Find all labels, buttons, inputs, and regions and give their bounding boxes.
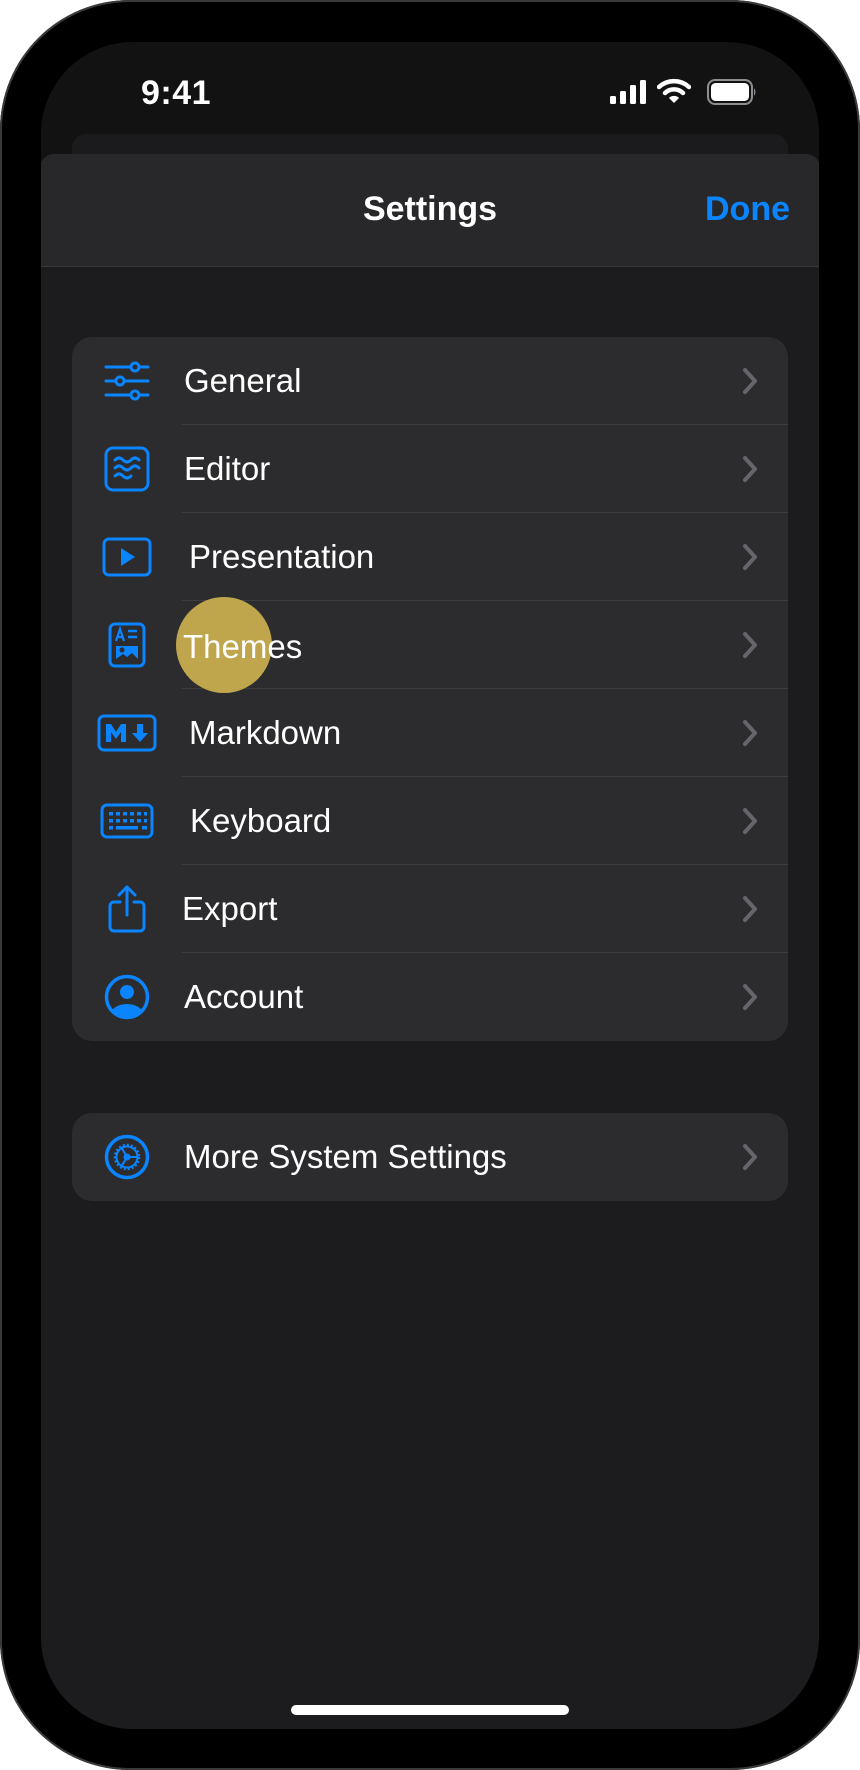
row-label: Markdown	[189, 714, 342, 751]
settings-row-more-system-settings[interactable]: More System Settings	[72, 1113, 788, 1201]
row-label: Keyboard	[190, 802, 332, 839]
system-settings-group: More System Settings	[72, 1113, 788, 1201]
gear-circle-icon	[102, 1132, 152, 1182]
row-label: Export	[182, 890, 278, 927]
settings-sheet: Settings Done General Editor Presentatio…	[41, 154, 819, 1729]
phone-frame: 9:41 Settings Done General Editor Presen…	[0, 0, 860, 1770]
doc-image-icon	[102, 620, 152, 670]
done-button[interactable]: Done	[705, 190, 790, 229]
row-label: More System Settings	[184, 1138, 507, 1175]
screen: 9:41 Settings Done General Editor Presen…	[41, 42, 819, 1729]
sliders-icon	[102, 356, 152, 406]
battery-icon	[707, 79, 756, 105]
cellular-signal-icon	[610, 80, 646, 104]
chevron-right-icon	[743, 984, 757, 1010]
status-time: 9:41	[141, 74, 212, 112]
settings-row-presentation[interactable]: Presentation	[72, 513, 788, 601]
tap-target-label: Themes	[183, 628, 303, 665]
chevron-right-icon	[743, 632, 757, 658]
play-rectangle-icon	[102, 532, 152, 582]
row-label: Presentation	[189, 538, 375, 575]
chevron-right-icon	[743, 368, 757, 394]
wifi-icon	[657, 78, 691, 103]
nav-bar: Settings Done	[41, 154, 819, 267]
settings-row-markdown[interactable]: Markdown	[72, 689, 788, 777]
settings-row-editor[interactable]: Editor	[72, 425, 788, 513]
settings-group: General Editor Presentation Markdown Key…	[72, 337, 788, 1041]
chevron-right-icon	[743, 808, 757, 834]
chevron-right-icon	[743, 544, 757, 570]
home-indicator[interactable]	[291, 1705, 569, 1715]
row-label: General	[184, 362, 302, 399]
chevron-right-icon	[743, 720, 757, 746]
status-bar: 9:41	[41, 42, 819, 142]
chevron-right-icon	[743, 1144, 757, 1170]
chevron-right-icon	[743, 456, 757, 482]
page-title: Settings	[362, 190, 498, 228]
chevron-right-icon	[743, 896, 757, 922]
settings-row-export[interactable]: Export	[72, 865, 788, 953]
share-icon	[102, 884, 152, 934]
settings-row-keyboard[interactable]: Keyboard	[72, 777, 788, 865]
settings-row-account[interactable]: Account	[72, 953, 788, 1041]
person-circle-icon	[102, 972, 152, 1022]
settings-row-general[interactable]: General	[72, 337, 788, 425]
keyboard-icon	[99, 796, 155, 846]
row-label: Account	[184, 978, 304, 1015]
markdown-icon	[96, 708, 158, 758]
text-wave-icon	[102, 444, 152, 494]
row-label: Editor	[184, 450, 271, 487]
